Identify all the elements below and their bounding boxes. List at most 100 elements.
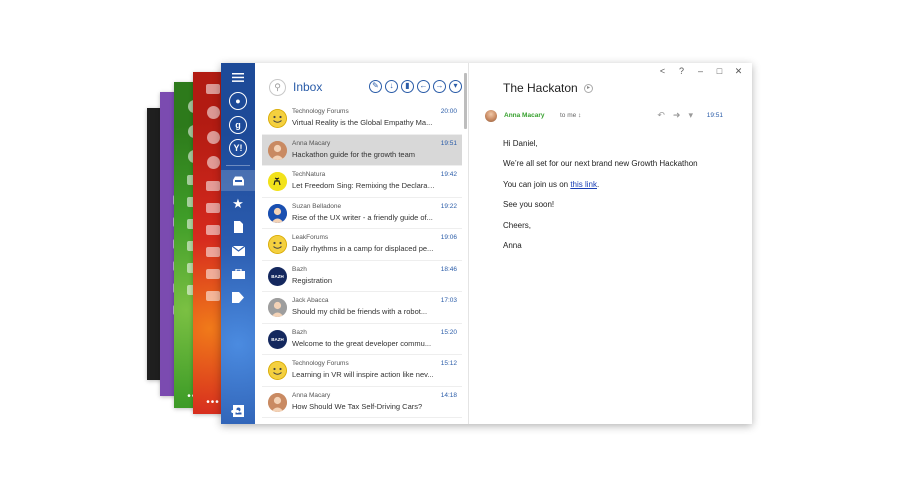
inbox-icon[interactable] — [221, 169, 255, 192]
contacts-icon — [206, 106, 220, 119]
sender-avatar — [268, 298, 287, 317]
message-subject: Welcome to the great developer commu... — [292, 338, 432, 348]
menu-icon[interactable] — [221, 67, 255, 88]
message-time: 20:00 — [440, 108, 457, 115]
sender-avatar — [268, 172, 287, 191]
sender-avatar — [268, 392, 287, 412]
sender-name: Technology Forums — [292, 108, 349, 115]
message-time: 19:51 — [440, 139, 457, 147]
body-line: We’re all set for our next brand new Gro… — [503, 159, 698, 169]
message-row[interactable]: Technology Forums Virtual Reality is the … — [262, 103, 462, 135]
document-icon[interactable] — [221, 217, 255, 238]
message-subject: Virtual Reality is the Global Empathy Ma… — [292, 118, 433, 127]
sender-name: Anna Macary — [292, 391, 331, 399]
email-subject-text: The Hackaton — [503, 81, 578, 95]
join-link[interactable]: this link — [570, 180, 597, 189]
reply-icon[interactable]: ↶ — [657, 110, 665, 121]
sender-name[interactable]: Anna Macary — [504, 112, 544, 119]
scrollbar[interactable] — [464, 73, 467, 129]
message-row[interactable]: LeakForums Daily rhythms in a camp for di… — [262, 229, 462, 261]
document-icon — [206, 225, 220, 235]
briefcase-icon — [206, 269, 220, 279]
message-row[interactable]: Suzan Belladone Rise of the UX writer - a… — [262, 198, 462, 229]
body-line: See you soon! — [503, 200, 555, 210]
menu-icon — [206, 84, 220, 94]
message-row[interactable]: BAZH Bazh Welcome to the great developer c… — [262, 324, 462, 355]
minimize-button[interactable]: – — [691, 66, 710, 77]
sender-avatar — [485, 110, 497, 122]
expand-icon[interactable]: ▸ — [584, 84, 594, 94]
email-time: 19:51 — [706, 112, 723, 119]
folder-title: Inbox — [293, 80, 323, 94]
body-text: You can join us on — [503, 179, 571, 189]
more-icon[interactable]: ▾ — [449, 80, 462, 93]
message-row[interactable]: Anna Macary How Should We Tax Self-Drivin… — [262, 387, 462, 418]
email-actions: ↶ ➜ ▾ — [649, 110, 693, 121]
briefcase-icon[interactable] — [221, 264, 255, 285]
message-time: 18:46 — [440, 265, 457, 273]
window-controls: < ? – □ ✕ — [653, 66, 748, 77]
message-list-pane: ⚲ Inbox ✎ ↓ ▮ ← → ▾ Technology Forums Vir… — [255, 63, 469, 424]
close-button[interactable]: ✕ — [729, 66, 748, 77]
message-row[interactable]: Anna Macary Hackathon guide for the growt… — [262, 134, 462, 166]
tag-icon — [206, 291, 220, 301]
message-time: 15:12 — [440, 360, 457, 367]
forward-icon[interactable]: ➜ — [673, 110, 681, 121]
sender-avatar — [268, 235, 287, 254]
compose-icon[interactable]: ✎ — [369, 80, 382, 93]
toolbar: ✎ ↓ ▮ ← → ▾ — [366, 80, 462, 93]
forward-icon[interactable]: → — [433, 80, 446, 93]
sender-avatar — [268, 140, 287, 160]
reply-icon[interactable]: ← — [417, 80, 430, 93]
yahoo-icon[interactable]: Y! — [221, 137, 255, 158]
yahoo-icon — [206, 156, 220, 169]
sender-avatar: BAZH — [268, 266, 287, 286]
back-button[interactable]: < — [653, 66, 672, 77]
message-subject: Hackathon guide for the growth team — [292, 149, 415, 159]
sender-name: Anna Macary — [292, 139, 331, 147]
email-body: Hi Daniel, We’re all set for our next br… — [503, 139, 698, 261]
sender-avatar: BAZH — [268, 329, 287, 349]
email-meta: Anna Macary to me ↕ ↶ ➜ ▾ 19:51 — [485, 110, 723, 124]
sender-avatar — [268, 109, 287, 128]
star-icon[interactable]: ★ — [221, 193, 255, 214]
message-subject: Learning in VR will inspire action like … — [292, 370, 434, 379]
sender-name: Suzan Belladone — [292, 202, 342, 210]
body-line: You can join us on this link. — [503, 180, 698, 189]
message-row[interactable]: Technology Forums Learning in VR will ins… — [262, 355, 462, 387]
help-button[interactable]: ? — [672, 66, 691, 77]
mail-window: ● g Y! ★ ••• ⚲ Inbox ✎ ↓ ▮ ← → ▾ Technol… — [221, 63, 752, 424]
maximize-button[interactable]: □ — [710, 66, 729, 77]
greeting: Hi Daniel, — [503, 139, 538, 148]
star-icon — [206, 203, 220, 213]
sender-avatar — [268, 361, 287, 380]
message-time: 19:22 — [440, 202, 457, 210]
mail-icon[interactable] — [221, 240, 255, 261]
message-subject: Let Freedom Sing: Remixing the Declarati… — [292, 181, 437, 190]
message-subject: Should my child be friends with a robot.… — [292, 307, 428, 316]
message-time: 19:42 — [440, 171, 457, 178]
mail-icon — [206, 247, 220, 257]
sender-avatar — [268, 203, 287, 223]
more-icon[interactable]: ••• — [231, 406, 246, 418]
search-icon[interactable]: ⚲ — [269, 78, 286, 96]
google-icon[interactable]: g — [221, 114, 255, 135]
more-icon[interactable]: ▾ — [688, 110, 693, 121]
message-row[interactable]: Jack Abacca Should my child be friends wi… — [262, 292, 462, 324]
email-subject: The Hackaton ▸ — [503, 81, 594, 95]
message-row[interactable]: BAZH Bazh Registration 18:46 — [262, 261, 462, 292]
inbox-icon — [206, 181, 220, 191]
recipient-label[interactable]: to me ↕ — [560, 112, 581, 119]
sender-name: Bazh — [292, 265, 307, 273]
message-time: 14:18 — [440, 391, 457, 399]
message-row[interactable]: TechNatura Let Freedom Sing: Remixing the… — [262, 166, 462, 198]
tag-icon[interactable] — [221, 287, 255, 308]
sender-name: Jack Abacca — [292, 297, 329, 304]
sender-name: Bazh — [292, 328, 307, 336]
message-time: 17:03 — [440, 297, 457, 304]
contacts-icon[interactable]: ● — [221, 90, 255, 111]
google-icon — [206, 131, 220, 144]
trash-icon[interactable]: ▮ — [401, 80, 414, 93]
download-icon[interactable]: ↓ — [385, 80, 398, 93]
sender-name: TechNatura — [292, 171, 326, 178]
